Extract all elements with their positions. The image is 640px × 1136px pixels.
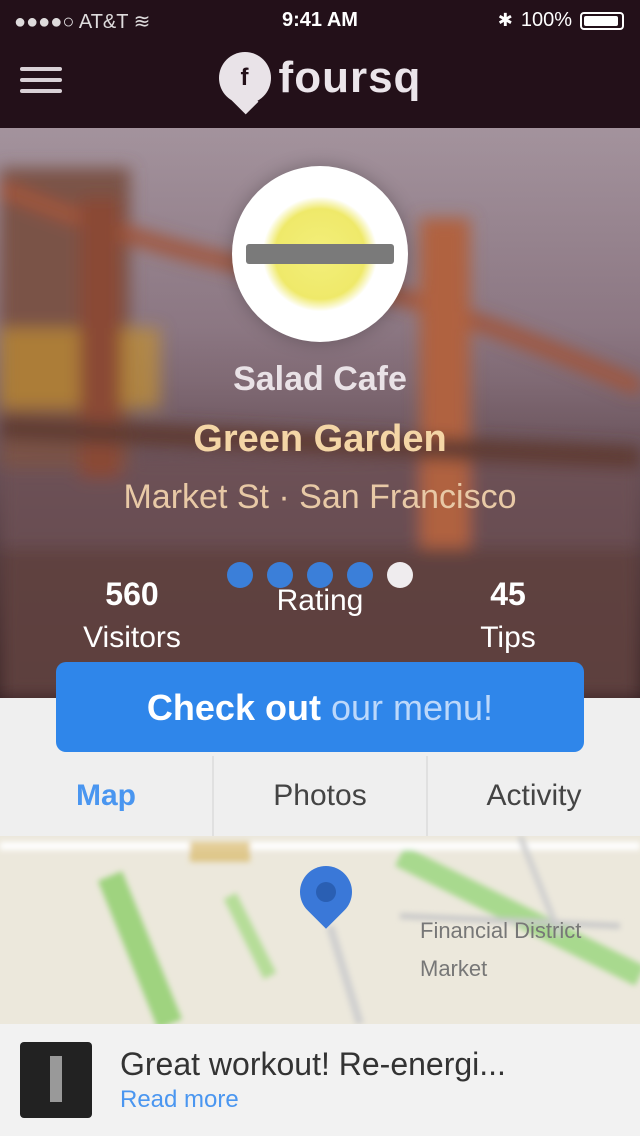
stat-visitors[interactable]: 560 Visitors <box>32 576 232 655</box>
venue-hero: Salad Cafe Green Garden Market St · San … <box>0 128 640 698</box>
map-label: Financial District <box>420 918 582 943</box>
venue-stats: 560 Visitors Rating 45 Tips <box>0 576 640 666</box>
brand-name: foursq <box>278 53 422 102</box>
stat-label: Rating <box>276 584 364 617</box>
user-avatar <box>20 1042 92 1118</box>
stat-number: 560 <box>105 576 159 612</box>
venue-logo[interactable] <box>232 166 408 342</box>
venue-name: Green Garden <box>193 418 447 460</box>
stat-tips[interactable]: 45 Tips <box>408 576 608 655</box>
tab-activity[interactable]: Activity <box>428 756 640 836</box>
tip-link[interactable]: Read more <box>120 1086 239 1114</box>
bluetooth-icon: ✱ <box>497 10 513 30</box>
button-label-soft: our menu! <box>330 687 494 728</box>
stat-label: Visitors <box>83 621 181 654</box>
status-right: ✱ 100% <box>498 9 624 32</box>
tip-text: Great workout! Re-energi... <box>120 1046 506 1082</box>
button-label-strong: Check out <box>146 687 321 728</box>
map-label: Market <box>420 956 488 981</box>
status-bar: ●●●●○ AT&T ≋ 9:41 AM ✱ 100% <box>0 0 640 40</box>
tip-preview[interactable]: Great workout! Re-energi... Read more <box>0 1024 640 1136</box>
venue-address: Market St · San Francisco <box>123 478 517 516</box>
check-out-menu-button[interactable]: Check out our menu! <box>56 662 584 752</box>
foursquare-pin-icon: f <box>218 52 271 104</box>
navigation-bar: f foursq <box>0 40 640 128</box>
stat-rating[interactable]: Rating <box>220 576 420 618</box>
tab-photos[interactable]: Photos <box>214 756 428 836</box>
venue-category: Salad Cafe <box>233 360 407 398</box>
battery-icon <box>580 11 624 30</box>
venue-map[interactable]: Financial District Market <box>0 836 640 1024</box>
tab-map[interactable]: Map <box>0 756 214 836</box>
battery-percent: 100% <box>520 9 572 31</box>
stat-label: Tips <box>480 621 536 654</box>
tab-bar: Map Photos Activity <box>0 756 640 837</box>
stat-number: 45 <box>490 576 526 612</box>
brand-logo: f foursq <box>0 52 640 104</box>
